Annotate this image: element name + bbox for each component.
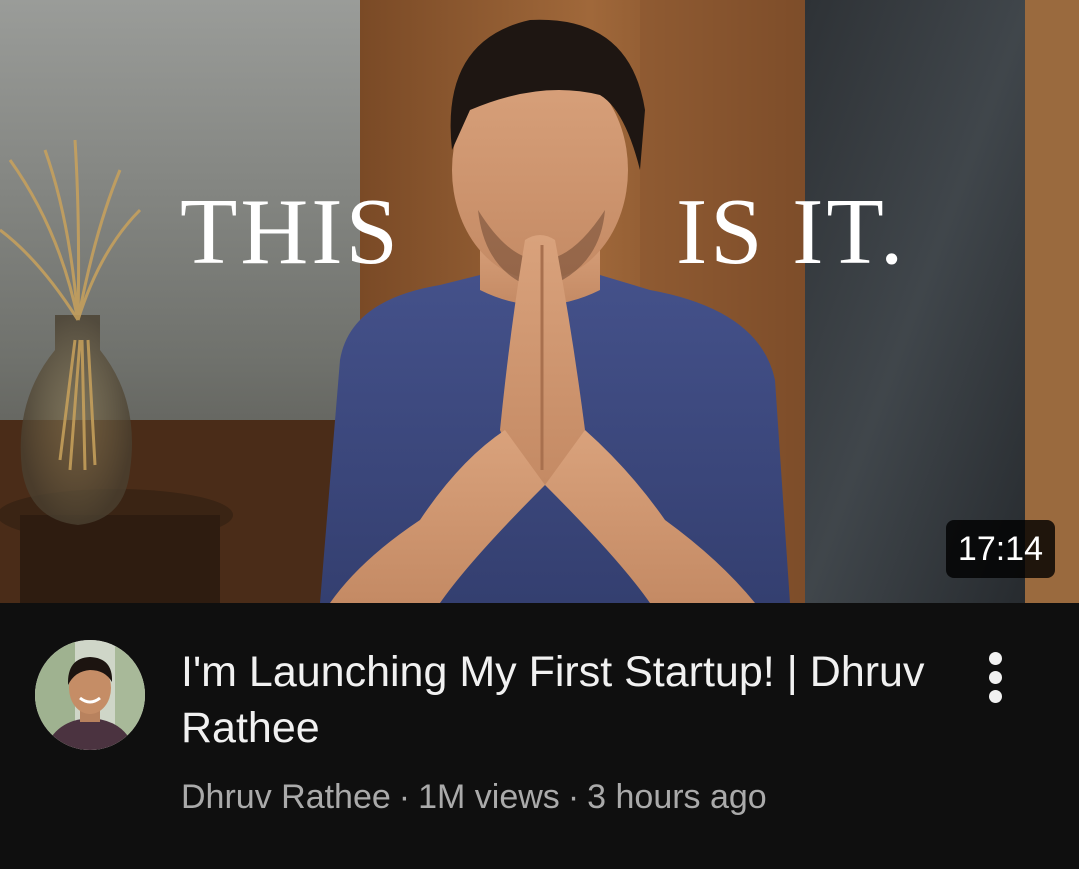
- upload-age: 3 hours ago: [587, 778, 767, 816]
- channel-name[interactable]: Dhruv Rathee: [181, 778, 391, 816]
- video-metadata: Dhruv Rathee · 1M views · 3 hours ago: [181, 774, 767, 820]
- view-count: 1M views: [418, 778, 560, 816]
- metadata-separator: ·: [567, 778, 580, 816]
- video-card: THIS IS IT. 17:14 I'm Launching My First…: [0, 0, 1079, 869]
- video-thumbnail[interactable]: THIS IS IT. 17:14: [0, 0, 1079, 603]
- duration-badge: 17:14: [945, 520, 1055, 578]
- thumbnail-image: [0, 0, 1079, 603]
- thumbnail-overlay-text-right: IS IT.: [676, 180, 907, 284]
- avatar-image: [35, 640, 145, 750]
- metadata-separator: ·: [398, 778, 411, 816]
- thumbnail-overlay-text-left: THIS: [180, 180, 401, 284]
- video-title[interactable]: I'm Launching My First Startup! | Dhruv …: [181, 644, 941, 756]
- more-options-button[interactable]: [966, 642, 1026, 712]
- channel-avatar[interactable]: [35, 640, 145, 750]
